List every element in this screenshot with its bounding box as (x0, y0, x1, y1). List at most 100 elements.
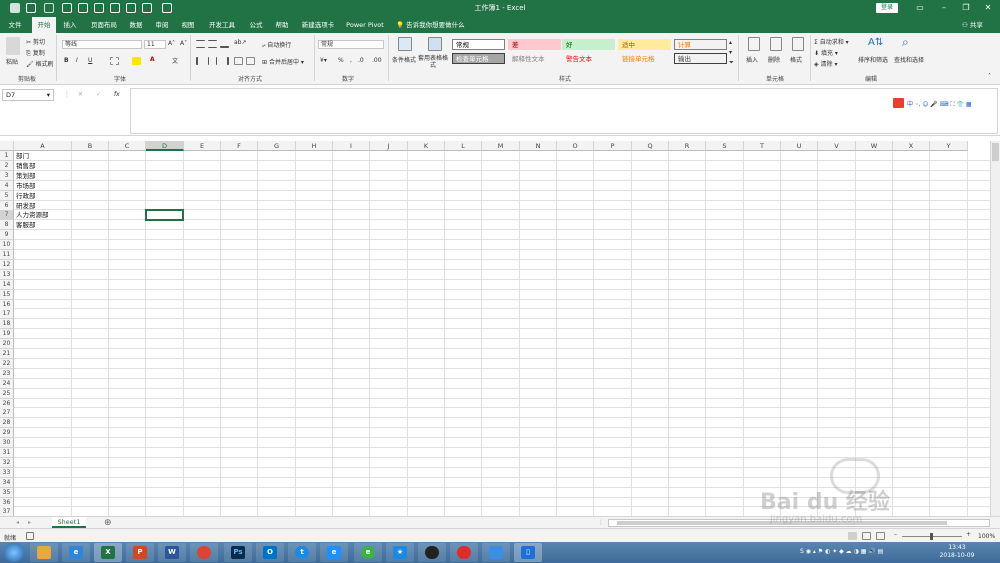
decrease-decimal-icon[interactable]: .00 (372, 57, 382, 64)
column-header-o[interactable]: O (557, 141, 594, 151)
close-icon[interactable]: ✕ (980, 2, 996, 14)
column-header-a[interactable]: A (14, 141, 72, 151)
start-button-icon[interactable] (4, 543, 24, 562)
copy-button[interactable]: ⎘ 复制 (26, 48, 45, 58)
orientation-icon[interactable]: ab↗ (234, 39, 247, 46)
taskbar-app-360[interactable]: e (354, 543, 382, 562)
taskbar-app-tablet[interactable]: ▯ (514, 543, 542, 562)
row-header-22[interactable]: 22 (0, 358, 14, 369)
cell-a4[interactable]: 市场部 (15, 181, 36, 191)
print-preview-icon[interactable] (94, 3, 104, 13)
taskbar-app-excel[interactable]: X (94, 543, 122, 562)
phonetic-icon[interactable]: 文 (172, 56, 178, 65)
cell-style-4[interactable]: 计算 (674, 39, 727, 50)
column-header-t[interactable]: T (744, 141, 781, 151)
tab-formulas[interactable]: 公式 (244, 17, 268, 33)
tab-insert[interactable]: 插入 (58, 17, 82, 33)
conditional-format-button[interactable]: 条件格式 (392, 55, 416, 64)
row-header-31[interactable]: 31 (0, 448, 14, 458)
vertical-scrollbar[interactable] (990, 141, 1000, 516)
row-header-5[interactable]: 5 (0, 190, 14, 201)
align-middle-icon[interactable] (208, 40, 217, 48)
column-header-b[interactable]: B (72, 141, 109, 151)
taskbar-app-blue[interactable] (482, 543, 510, 562)
format-as-table-button[interactable]: 套用表格格式 (418, 55, 448, 69)
row-header-13[interactable]: 13 (0, 269, 14, 280)
delete-cells-button[interactable]: 删除 (768, 55, 780, 64)
format-painter-button[interactable]: 🖌 格式刷 (26, 59, 54, 68)
column-header-s[interactable]: S (706, 141, 744, 151)
align-top-icon[interactable] (196, 40, 205, 48)
align-bottom-icon[interactable] (220, 40, 229, 48)
gallery-up-icon[interactable]: ▴ (729, 39, 732, 46)
row-header-15[interactable]: 15 (0, 289, 14, 300)
cut-button[interactable]: ✂ 剪切 (26, 37, 45, 46)
format-cells-button[interactable]: 格式 (790, 55, 802, 64)
taskbar-clock[interactable]: 13:43 2018-10-09 (932, 544, 982, 560)
tab-help[interactable]: 帮助 (270, 17, 294, 33)
split-handle-icon[interactable]: ⋮ (598, 519, 604, 526)
tab-review[interactable]: 审阅 (150, 17, 174, 33)
conditional-format-icon[interactable] (398, 37, 412, 51)
cell-a3[interactable]: 策划部 (15, 171, 36, 181)
column-header-p[interactable]: P (594, 141, 632, 151)
column-header-j[interactable]: J (370, 141, 408, 151)
column-header-g[interactable]: G (258, 141, 296, 151)
cell-a2[interactable]: 销售部 (15, 161, 36, 171)
cell-a1[interactable]: 部门 (15, 151, 29, 161)
fill-color-icon[interactable] (132, 57, 141, 65)
taskbar-app-photoshop[interactable]: Ps (224, 543, 252, 562)
column-header-e[interactable]: E (184, 141, 221, 151)
row-header-10[interactable]: 10 (0, 240, 14, 251)
row-header-23[interactable]: 23 (0, 368, 14, 379)
column-header-h[interactable]: H (296, 141, 333, 151)
open-file-icon[interactable] (78, 3, 88, 13)
paste-label[interactable]: 粘贴 (6, 57, 18, 66)
merge-center-button[interactable]: ⊞ 合并后居中 ▾ (262, 57, 304, 66)
taskbar-app-music[interactable] (450, 543, 478, 562)
cell-style-1[interactable]: 差 (508, 39, 561, 50)
delete-cells-icon[interactable] (770, 37, 782, 51)
column-header-n[interactable]: N (520, 141, 557, 151)
confirm-entry-icon[interactable]: ✓ (96, 91, 101, 98)
tab-new[interactable]: 新建选项卡 (298, 17, 338, 33)
tell-me-box[interactable]: 💡 告诉我你想要做什么 (396, 17, 465, 33)
column-header-i[interactable]: I (333, 141, 370, 151)
row-header-14[interactable]: 14 (0, 279, 14, 290)
undo-icon[interactable] (26, 3, 36, 13)
column-header-l[interactable]: L (445, 141, 482, 151)
row-header-26[interactable]: 26 (0, 398, 14, 409)
vertical-scroll-thumb[interactable] (992, 143, 999, 161)
sogou-logo-icon[interactable] (893, 98, 904, 108)
row-header-24[interactable]: 24 (0, 378, 14, 389)
collapse-ribbon-icon[interactable]: ˄ (988, 73, 991, 80)
add-sheet-icon[interactable]: ⊕ (104, 518, 112, 528)
align-left-icon[interactable] (196, 57, 205, 65)
row-header-32[interactable]: 32 (0, 457, 14, 468)
name-box[interactable]: D7 ▾ (2, 89, 54, 101)
wrap-text-button[interactable]: ⤶ 自动换行 (262, 40, 291, 50)
font-shrink-icon[interactable]: A˅ (180, 40, 187, 47)
cell-a8[interactable]: 客服部 (15, 220, 36, 230)
row-header-6[interactable]: 6 (0, 200, 14, 211)
increase-indent-icon[interactable] (246, 57, 255, 65)
cell-style-6[interactable]: 解释性文本 (508, 53, 561, 64)
row-header-27[interactable]: 27 (0, 408, 14, 419)
taskbar-app-powerpoint[interactable]: P (126, 543, 154, 562)
fill-button[interactable]: ⬇ 填充 ▾ (814, 48, 838, 57)
macro-record-icon[interactable] (26, 532, 34, 540)
cell-style-7[interactable]: 警告文本 (562, 53, 615, 64)
login-button[interactable]: 登录 (876, 3, 898, 13)
row-header-4[interactable]: 4 (0, 180, 14, 191)
quick-print-icon[interactable] (126, 3, 136, 13)
row-header-16[interactable]: 16 (0, 299, 14, 310)
row-header-33[interactable]: 33 (0, 467, 14, 478)
row-header-12[interactable]: 12 (0, 259, 14, 270)
taskbar-app-word[interactable]: W (158, 543, 186, 562)
restore-icon[interactable]: ❐ (958, 2, 974, 14)
cell-style-3[interactable]: 适中 (618, 39, 671, 50)
number-format-select[interactable]: 常规 (318, 40, 384, 49)
font-size-select[interactable]: 11 (144, 40, 166, 49)
cell-style-9[interactable]: 输出 (674, 53, 727, 64)
row-header-18[interactable]: 18 (0, 319, 14, 330)
